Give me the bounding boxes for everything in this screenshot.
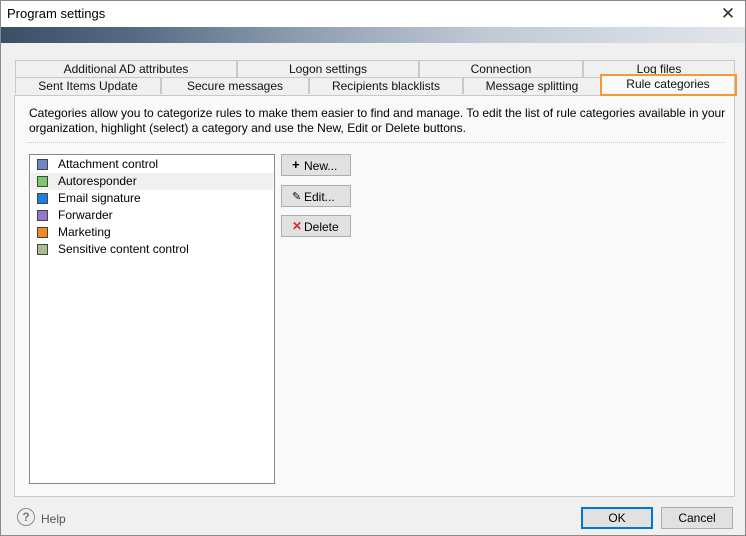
program-settings-window: Program settings ✕ Additional AD attribu…: [0, 0, 746, 536]
list-item[interactable]: Sensitive content control: [31, 241, 273, 258]
tab-label: Recipients blacklists: [331, 79, 441, 93]
categories-list[interactable]: Attachment control Autoresponder Email s…: [29, 154, 275, 484]
tab-sent-items-update[interactable]: Sent Items Update: [15, 77, 161, 94]
category-color-swatch: [37, 193, 48, 204]
help-icon[interactable]: ?: [17, 508, 35, 526]
tab-label: Additional AD attributes: [63, 62, 189, 76]
cancel-button[interactable]: Cancel: [661, 507, 733, 529]
button-label: Delete: [304, 220, 339, 234]
close-icon[interactable]: ✕: [711, 1, 745, 27]
button-label: Edit...: [304, 190, 335, 204]
tab-additional-ad-attributes[interactable]: Additional AD attributes: [15, 60, 237, 77]
category-label: Attachment control: [58, 157, 159, 171]
tab-label: Secure messages: [186, 79, 284, 93]
tab-label: Message splitting: [485, 79, 579, 93]
window-title: Program settings: [7, 6, 106, 21]
tab-rule-categories[interactable]: Rule categories: [601, 75, 735, 95]
delete-category-button[interactable]: ✕ Delete: [281, 215, 351, 237]
tab-label: Logon settings: [288, 62, 368, 76]
category-label: Marketing: [58, 225, 111, 239]
new-category-button[interactable]: + New...: [281, 154, 351, 176]
ok-button[interactable]: OK: [581, 507, 653, 529]
tab-label: Log files: [636, 62, 682, 76]
category-label: Email signature: [58, 191, 141, 205]
category-label: Autoresponder: [58, 174, 137, 188]
tab-logon-settings[interactable]: Logon settings: [237, 60, 419, 77]
list-item[interactable]: Marketing: [31, 224, 273, 241]
tab-connection[interactable]: Connection: [419, 60, 583, 77]
category-color-swatch: [37, 176, 48, 187]
category-color-swatch: [37, 159, 48, 170]
tab-label: Rule categories: [626, 77, 710, 91]
list-item[interactable]: Email signature: [31, 190, 273, 207]
rule-categories-panel: Categories allow you to categorize rules…: [14, 95, 735, 497]
title-bar: Program settings ✕: [1, 1, 745, 27]
plus-icon: +: [292, 157, 300, 172]
panel-description: Categories allow you to categorize rules…: [29, 106, 726, 135]
button-label: New...: [304, 159, 338, 173]
edit-category-button[interactable]: ✎ Edit...: [281, 185, 351, 207]
category-label: Sensitive content control: [58, 242, 189, 256]
list-item[interactable]: Forwarder: [31, 207, 273, 224]
tab-secure-messages[interactable]: Secure messages: [161, 77, 309, 94]
tab-recipients-blacklists[interactable]: Recipients blacklists: [309, 77, 463, 94]
tab-label: Sent Items Update: [38, 79, 138, 93]
divider: [27, 142, 724, 143]
list-item-selected[interactable]: Autoresponder: [31, 173, 273, 190]
list-item[interactable]: Attachment control: [31, 156, 273, 173]
header-banner: [1, 27, 745, 43]
tab-label: Connection: [470, 62, 532, 76]
category-color-swatch: [37, 210, 48, 221]
category-color-swatch: [37, 227, 48, 238]
delete-x-icon: ✕: [292, 219, 303, 233]
help-link[interactable]: Help: [41, 512, 66, 526]
tab-message-splitting[interactable]: Message splitting: [463, 77, 601, 94]
category-label: Forwarder: [58, 208, 113, 222]
category-color-swatch: [37, 244, 48, 255]
pencil-icon: ✎: [292, 191, 302, 203]
